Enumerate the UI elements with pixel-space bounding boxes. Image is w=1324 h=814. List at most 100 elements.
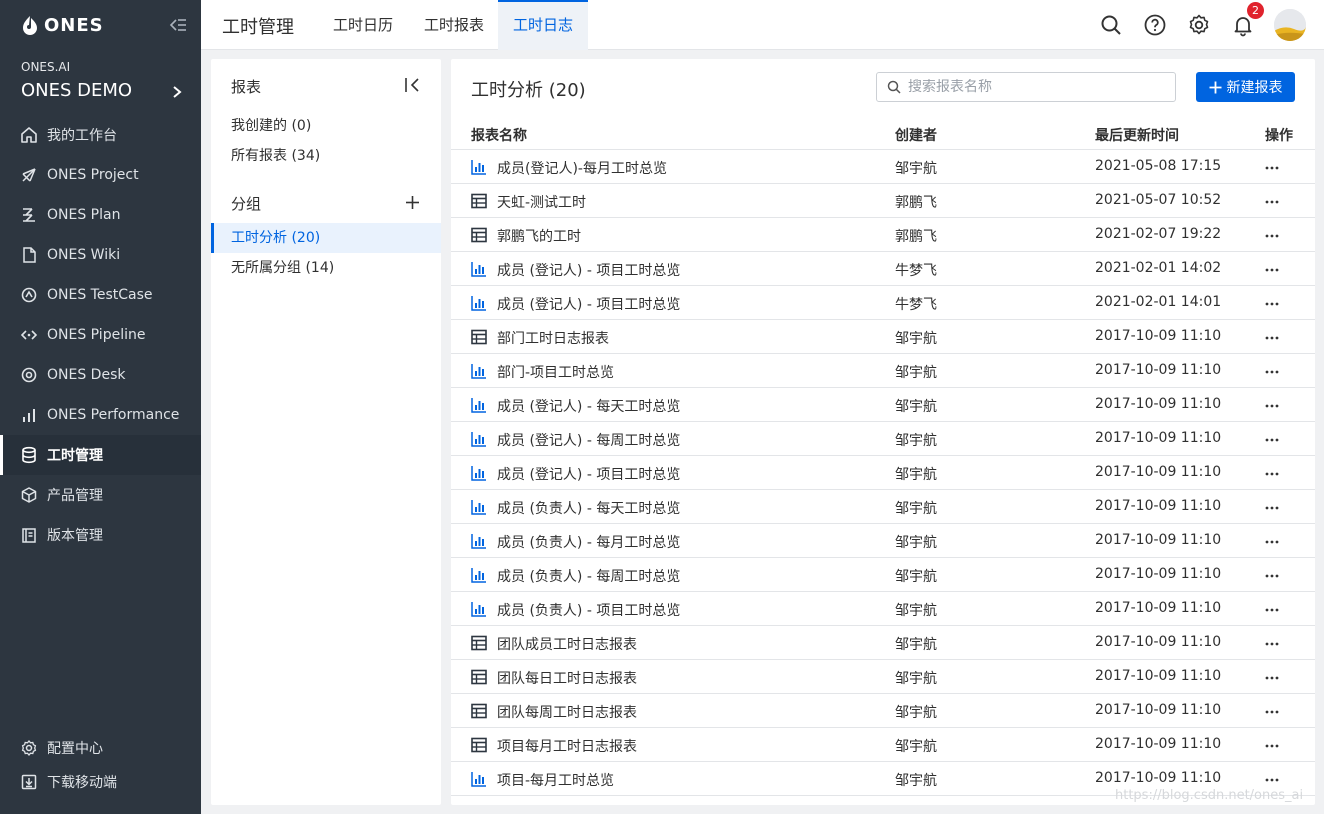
collapse-sidebar-icon[interactable] <box>168 16 188 34</box>
more-actions-icon[interactable] <box>1263 362 1281 380</box>
table-row[interactable]: 成员 (登记人) - 每天工时总览 邹宇航 2017-10-09 11:10 <box>451 388 1315 422</box>
table-row[interactable]: 成员 (负责人) - 项目工时总览 邹宇航 2017-10-09 11:10 <box>451 592 1315 626</box>
more-actions-icon[interactable] <box>1263 396 1281 414</box>
more-actions-icon[interactable] <box>1263 260 1281 278</box>
more-actions-icon[interactable] <box>1263 328 1281 346</box>
table-row[interactable]: 成员 (登记人) - 项目工时总览 邹宇航 2017-10-09 11:10 <box>451 456 1315 490</box>
table-row[interactable]: 团队成员工时日志报表 邹宇航 2017-10-09 11:10 <box>451 626 1315 660</box>
more-actions-icon[interactable] <box>1263 158 1281 176</box>
more-actions-icon[interactable] <box>1263 736 1281 754</box>
more-actions-icon[interactable] <box>1263 430 1281 448</box>
tab-timesheet-calendar[interactable]: 工时日历 <box>318 0 408 50</box>
report-name-link[interactable]: 成员 (登记人) - 项目工时总览 <box>497 464 680 484</box>
report-name-link[interactable]: 团队每日工时日志报表 <box>497 668 637 688</box>
search-icon[interactable] <box>1099 13 1123 37</box>
more-actions-icon[interactable] <box>1263 192 1281 210</box>
table-row[interactable]: 团队每周工时日志报表 邹宇航 2017-10-09 11:10 <box>451 694 1315 728</box>
sidebar-item-5[interactable]: ONES Pipeline <box>0 315 201 355</box>
more-actions-icon[interactable] <box>1263 294 1281 312</box>
tab-timesheet-reports[interactable]: 工时报表 <box>409 0 499 50</box>
help-icon[interactable] <box>1143 13 1167 37</box>
table-row[interactable]: 郭鹏飞的工时 郭鹏飞 2021-02-07 19:22 <box>451 218 1315 252</box>
sidebar-item-3[interactable]: ONES Wiki <box>0 235 201 275</box>
report-name-link[interactable]: 成员 (登记人) - 每天工时总览 <box>497 396 680 416</box>
report-name-link[interactable]: 成员 (负责人) - 每周工时总览 <box>497 566 680 586</box>
table-row[interactable]: 项目每月工时日志报表 邹宇航 2017-10-09 11:10 <box>451 728 1315 762</box>
new-report-button[interactable]: 新建报表 <box>1196 72 1295 102</box>
sidebar-item-8[interactable]: 工时管理 <box>0 435 201 475</box>
report-name-link[interactable]: 成员(登记人)-每月工时总览 <box>497 158 667 178</box>
settings-gear-icon[interactable] <box>1187 13 1211 37</box>
column-header-updated[interactable]: 最后更新时间 <box>1095 125 1179 145</box>
table-row[interactable]: 成员 (登记人) - 每周工时总览 邹宇航 2017-10-09 11:10 <box>451 422 1315 456</box>
group-item-timesheet-analysis[interactable]: 工时分析 (20) <box>211 223 441 253</box>
sidebar-item-6[interactable]: ONES Desk <box>0 355 201 395</box>
column-header-creator[interactable]: 创建者 <box>895 125 937 145</box>
report-name-link[interactable]: 成员 (负责人) - 每月工时总览 <box>497 532 680 552</box>
sidebar-item-label: 版本管理 <box>47 528 103 544</box>
sidebar-item-9[interactable]: 产品管理 <box>0 475 201 515</box>
table-row[interactable]: 成员 (负责人) - 每天工时总览 邹宇航 2017-10-09 11:10 <box>451 490 1315 524</box>
report-name-link[interactable]: 成员 (负责人) - 项目工时总览 <box>497 600 680 620</box>
tab-timesheet-logs[interactable]: 工时日志 <box>498 0 589 50</box>
report-updated-time: 2021-05-08 17:15 <box>1095 158 1222 174</box>
bar-chart-icon <box>471 601 487 617</box>
report-name-link[interactable]: 部门工时日志报表 <box>497 328 609 348</box>
more-actions-icon[interactable] <box>1263 770 1281 788</box>
group-item-ungrouped[interactable]: 无所属分组 (14) <box>211 253 441 283</box>
collapse-panel-icon[interactable] <box>404 77 422 93</box>
report-name-link[interactable]: 成员 (登记人) - 项目工时总览 <box>497 294 680 314</box>
table-row[interactable]: 部门工时日志报表 邹宇航 2017-10-09 11:10 <box>451 320 1315 354</box>
table-row[interactable]: 成员 (登记人) - 项目工时总览 牛梦飞 2021-02-01 14:01 <box>451 286 1315 320</box>
filter-my-reports[interactable]: 我创建的 (0) <box>211 111 441 141</box>
ones-logo[interactable]: ONES <box>22 12 104 38</box>
more-actions-icon[interactable] <box>1263 532 1281 550</box>
table-row[interactable]: 成员 (登记人) - 项目工时总览 牛梦飞 2021-02-01 14:02 <box>451 252 1315 286</box>
report-name-link[interactable]: 部门-项目工时总览 <box>497 362 614 382</box>
more-actions-icon[interactable] <box>1263 634 1281 652</box>
table-row[interactable]: 团队每日工时日志报表 邹宇航 2017-10-09 11:10 <box>451 660 1315 694</box>
table-row[interactable]: 天虹-测试工时 郭鹏飞 2021-05-07 10:52 <box>451 184 1315 218</box>
team-switcher[interactable]: ONES DEMO <box>21 80 132 101</box>
search-box[interactable] <box>876 72 1176 102</box>
sidebar-item-10[interactable]: 版本管理 <box>0 515 201 555</box>
chevron-right-icon[interactable] <box>172 84 182 98</box>
sidebar-item-4[interactable]: ONES TestCase <box>0 275 201 315</box>
column-header-name[interactable]: 报表名称 <box>471 125 527 145</box>
report-name-link[interactable]: 成员 (负责人) - 每天工时总览 <box>497 498 680 518</box>
column-header-actions: 操作 <box>1265 128 1293 144</box>
notification-badge: 2 <box>1247 2 1264 19</box>
sidebar-bottom-item-0[interactable]: 配置中心 <box>0 731 201 765</box>
filter-all-reports[interactable]: 所有报表 (34) <box>211 141 441 171</box>
more-actions-icon[interactable] <box>1263 498 1281 516</box>
report-name-link[interactable]: 团队成员工时日志报表 <box>497 634 637 654</box>
sidebar-item-1[interactable]: ONES Project <box>0 155 201 195</box>
report-name-link[interactable]: 团队每周工时日志报表 <box>497 702 637 722</box>
user-avatar[interactable] <box>1274 9 1306 41</box>
sidebar-item-7[interactable]: ONES Performance <box>0 395 201 435</box>
more-actions-icon[interactable] <box>1263 668 1281 686</box>
report-name-link[interactable]: 天虹-测试工时 <box>497 192 586 212</box>
table-icon <box>471 193 487 209</box>
sidebar-item-0[interactable]: 我的工作台 <box>0 115 201 155</box>
more-actions-icon[interactable] <box>1263 600 1281 618</box>
table-row[interactable]: 成员 (负责人) - 每月工时总览 邹宇航 2017-10-09 11:10 <box>451 524 1315 558</box>
more-actions-icon[interactable] <box>1263 702 1281 720</box>
report-name-link[interactable]: 成员 (登记人) - 项目工时总览 <box>497 260 680 280</box>
more-actions-icon[interactable] <box>1263 226 1281 244</box>
version-icon <box>22 528 36 543</box>
report-name-link[interactable]: 郭鹏飞的工时 <box>497 226 581 246</box>
add-group-icon[interactable] <box>405 195 420 210</box>
report-name-link[interactable]: 成员 (登记人) - 每周工时总览 <box>497 430 680 450</box>
report-name-link[interactable]: 项目-每月工时总览 <box>497 770 614 790</box>
sidebar-item-2[interactable]: ONES Plan <box>0 195 201 235</box>
report-search-input[interactable] <box>908 79 1158 95</box>
table-row[interactable]: 成员 (负责人) - 每周工时总览 邹宇航 2017-10-09 11:10 <box>451 558 1315 592</box>
sidebar-bottom-item-1[interactable]: 下载移动端 <box>0 765 201 799</box>
more-actions-icon[interactable] <box>1263 566 1281 584</box>
bar-chart-icon <box>471 159 487 175</box>
table-row[interactable]: 部门-项目工时总览 邹宇航 2017-10-09 11:10 <box>451 354 1315 388</box>
report-name-link[interactable]: 项目每月工时日志报表 <box>497 736 637 756</box>
more-actions-icon[interactable] <box>1263 464 1281 482</box>
table-row[interactable]: 成员(登记人)-每月工时总览 邹宇航 2021-05-08 17:15 <box>451 150 1315 184</box>
